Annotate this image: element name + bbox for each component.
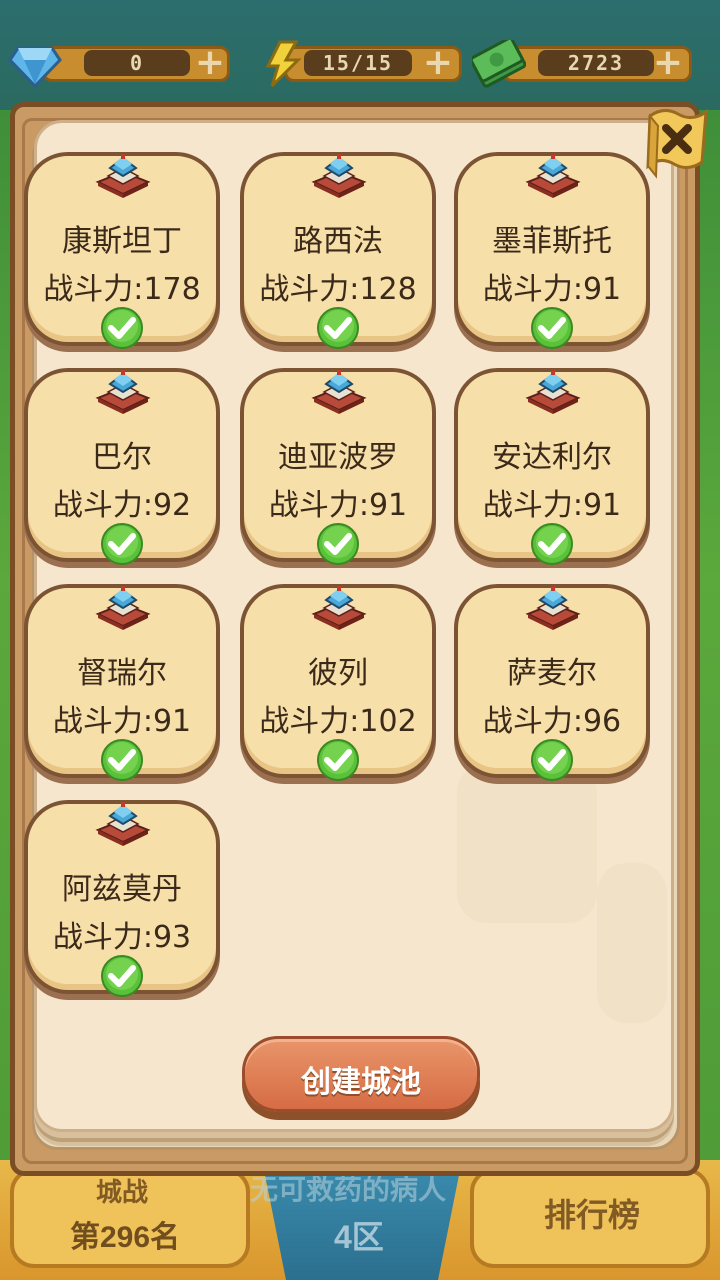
castle-icon: [525, 154, 581, 198]
castle-icon: [95, 586, 151, 630]
city-name: 路西法: [293, 224, 383, 259]
check-icon: [101, 307, 143, 349]
check-icon: [531, 523, 573, 565]
city-name: 墨菲斯托: [492, 224, 612, 259]
city-card[interactable]: 路西法 战斗力:128: [240, 152, 436, 352]
energy-resource: 15/15 +: [256, 40, 462, 88]
gems-value: 0: [84, 50, 190, 76]
check-icon: [531, 307, 573, 349]
lightning-icon: [265, 40, 302, 88]
check-icon: [317, 739, 359, 781]
close-button[interactable]: [644, 104, 710, 180]
city-name: 督瑞尔: [77, 656, 167, 691]
castle-icon: [95, 370, 151, 414]
city-card[interactable]: 萨麦尔 战斗力:96: [454, 584, 650, 784]
city-name: 萨麦尔: [507, 656, 597, 691]
diamond-icon: [8, 46, 62, 88]
check-icon: [531, 739, 573, 781]
city-card[interactable]: 阿兹莫丹 战斗力:93: [24, 800, 220, 1000]
zone-label: 4区: [334, 1219, 384, 1255]
city-power: 战斗力:96: [482, 704, 622, 739]
city-card[interactable]: 迪亚波罗 战斗力:91: [240, 368, 436, 568]
city-card[interactable]: 巴尔 战斗力:92: [24, 368, 220, 568]
city-power: 战斗力:91: [52, 704, 192, 739]
check-icon: [101, 739, 143, 781]
city-card[interactable]: 墨菲斯托 战斗力:91: [454, 152, 650, 352]
castle-icon: [95, 802, 151, 846]
castle-icon: [525, 370, 581, 414]
paper-texture: [457, 763, 597, 923]
city-power: 战斗力:128: [259, 272, 417, 307]
gems-add-button[interactable]: +: [194, 45, 226, 81]
castle-icon: [95, 154, 151, 198]
city-card[interactable]: 安达利尔 战斗力:91: [454, 368, 650, 568]
check-icon: [101, 523, 143, 565]
money-resource: 2723 +: [472, 40, 692, 88]
city-name: 巴尔: [92, 440, 152, 475]
create-city-button[interactable]: 创建城池: [242, 1036, 480, 1112]
energy-add-button[interactable]: +: [422, 45, 454, 81]
city-name: 阿兹莫丹: [62, 872, 182, 907]
leaderboard-label: 排行榜: [544, 1197, 641, 1233]
city-card[interactable]: 督瑞尔 战斗力:91: [24, 584, 220, 784]
gems-resource: 0 +: [8, 40, 230, 88]
check-icon: [317, 523, 359, 565]
city-power: 战斗力:91: [482, 488, 622, 523]
city-war-label: 城战: [96, 1177, 149, 1207]
check-icon: [101, 955, 143, 997]
city-name: 安达利尔: [492, 440, 612, 475]
rank-label: 第296名: [70, 1221, 181, 1254]
paper-texture: [597, 863, 667, 1023]
castle-icon: [525, 586, 581, 630]
check-icon: [317, 307, 359, 349]
city-power: 战斗力:93: [52, 920, 192, 955]
money-value: 2723: [538, 50, 654, 76]
city-power: 战斗力:91: [482, 272, 622, 307]
city-power: 战斗力:178: [43, 272, 201, 307]
city-name: 彼列: [308, 656, 368, 691]
castle-icon: [311, 586, 367, 630]
money-add-button[interactable]: +: [652, 45, 684, 81]
city-card[interactable]: 彼列 战斗力:102: [240, 584, 436, 784]
city-power: 战斗力:91: [268, 488, 408, 523]
city-power: 战斗力:92: [52, 488, 192, 523]
city-name: 迪亚波罗: [278, 440, 398, 475]
city-power: 战斗力:102: [259, 704, 417, 739]
create-city-label: 创建城池: [301, 1065, 421, 1100]
castle-icon: [311, 154, 367, 198]
city-card[interactable]: 康斯坦丁 战斗力:178: [24, 152, 220, 352]
energy-value: 15/15: [304, 50, 412, 76]
castle-icon: [311, 370, 367, 414]
cash-icon: [472, 40, 526, 88]
city-name: 康斯坦丁: [62, 224, 182, 259]
